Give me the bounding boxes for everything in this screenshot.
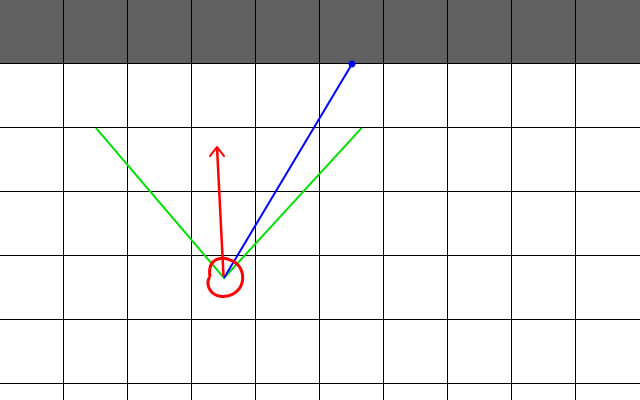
blocked-cell (64, 0, 128, 64)
blocked-cell (512, 0, 576, 64)
blocked-cell (0, 0, 64, 64)
target-ray-endpoint (348, 60, 356, 68)
blocked-cell (128, 0, 192, 64)
blocked-cell (384, 0, 448, 64)
blocked-cell (192, 0, 256, 64)
grid-world-canvas (0, 0, 640, 400)
blocked-cell (448, 0, 512, 64)
blocked-cell (320, 0, 384, 64)
blocked-cell (576, 0, 640, 64)
blocked-cell (256, 0, 320, 64)
